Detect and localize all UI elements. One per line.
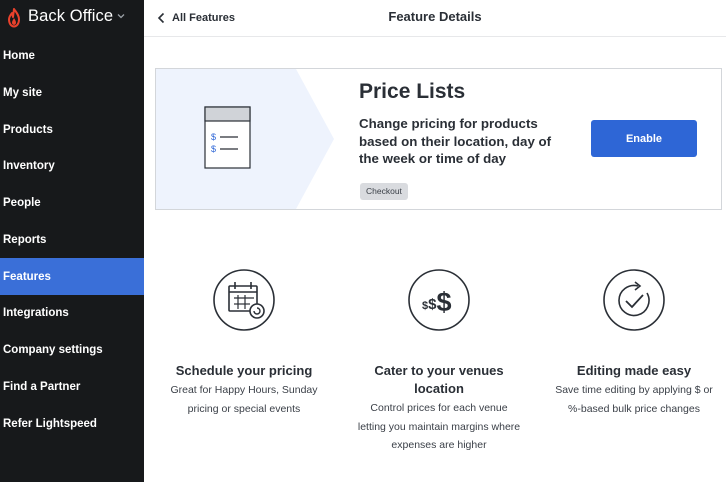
benefit-editing-easy: Editing made easy Save time editing by a… <box>552 268 716 418</box>
benefit-description: Save time editing by applying $ or %-bas… <box>555 384 713 415</box>
feature-card: $ $ Price Lists Change pricing for produ… <box>155 68 722 210</box>
sidebar: Back Office Home My site Products Invent… <box>0 0 144 482</box>
sidebar-item-find-a-partner[interactable]: Find a Partner <box>0 368 144 405</box>
app-title: Back Office <box>28 7 114 25</box>
feature-title: Price Lists <box>359 80 466 103</box>
sidebar-item-refer-lightspeed[interactable]: Refer Lightspeed <box>0 405 144 442</box>
svg-text:$: $ <box>211 144 216 154</box>
benefit-description: Control prices for each venue letting yo… <box>357 402 521 451</box>
sidebar-item-label: My site <box>3 86 42 99</box>
sidebar-item-company-settings[interactable]: Company settings <box>0 331 144 368</box>
enable-button[interactable]: Enable <box>591 120 697 157</box>
page-title: Feature Details <box>388 9 482 24</box>
chevron-down-icon <box>117 14 125 19</box>
circular-check-icon <box>603 269 665 331</box>
sidebar-item-home[interactable]: Home <box>0 37 144 74</box>
sidebar-item-label: Inventory <box>3 159 55 172</box>
flame-logo-icon <box>8 8 20 28</box>
benefit-title: Cater to your venues location <box>374 363 504 396</box>
category-badge: Checkout <box>360 183 408 200</box>
calendar-icon <box>213 269 275 331</box>
feature-description: Change pricing for products based on the… <box>359 116 552 166</box>
benefit-title: Schedule your pricing <box>175 363 313 378</box>
sidebar-item-label: Company settings <box>3 343 103 356</box>
sidebar-item-integrations[interactable]: Integrations <box>0 294 144 331</box>
sidebar-item-label: Reports <box>3 233 47 246</box>
sidebar-item-label: People <box>3 196 41 209</box>
sidebar-item-reports[interactable]: Reports <box>0 221 144 258</box>
price-list-illustration: $ $ <box>156 69 334 209</box>
sidebar-item-label: Find a Partner <box>3 380 81 393</box>
svg-text:$$$: $$$ <box>422 287 452 317</box>
benefit-title: Editing made easy <box>576 363 692 378</box>
dollar-signs-icon: $$$ <box>408 269 470 331</box>
page-header: All Features Feature Details <box>144 0 726 37</box>
sidebar-item-label: Integrations <box>3 306 69 319</box>
benefit-cater-venues: $$$ Cater to your venues location Contro… <box>357 268 521 455</box>
sidebar-item-label: Home <box>3 49 35 62</box>
sidebar-item-inventory[interactable]: Inventory <box>0 147 144 184</box>
sidebar-item-label: Products <box>3 123 53 136</box>
sidebar-item-my-site[interactable]: My site <box>0 74 144 111</box>
svg-text:$: $ <box>211 132 216 142</box>
sidebar-item-people[interactable]: People <box>0 184 144 221</box>
sidebar-item-products[interactable]: Products <box>0 111 144 148</box>
benefit-schedule-pricing: Schedule your pricing Great for Happy Ho… <box>162 268 326 418</box>
benefit-description: Great for Happy Hours, Sunday pricing or… <box>170 384 318 415</box>
brand-switcher[interactable]: Back Office <box>0 0 144 37</box>
sidebar-item-label: Refer Lightspeed <box>3 417 97 430</box>
sidebar-item-label: Features <box>3 270 51 283</box>
sidebar-item-features[interactable]: Features <box>0 258 144 295</box>
